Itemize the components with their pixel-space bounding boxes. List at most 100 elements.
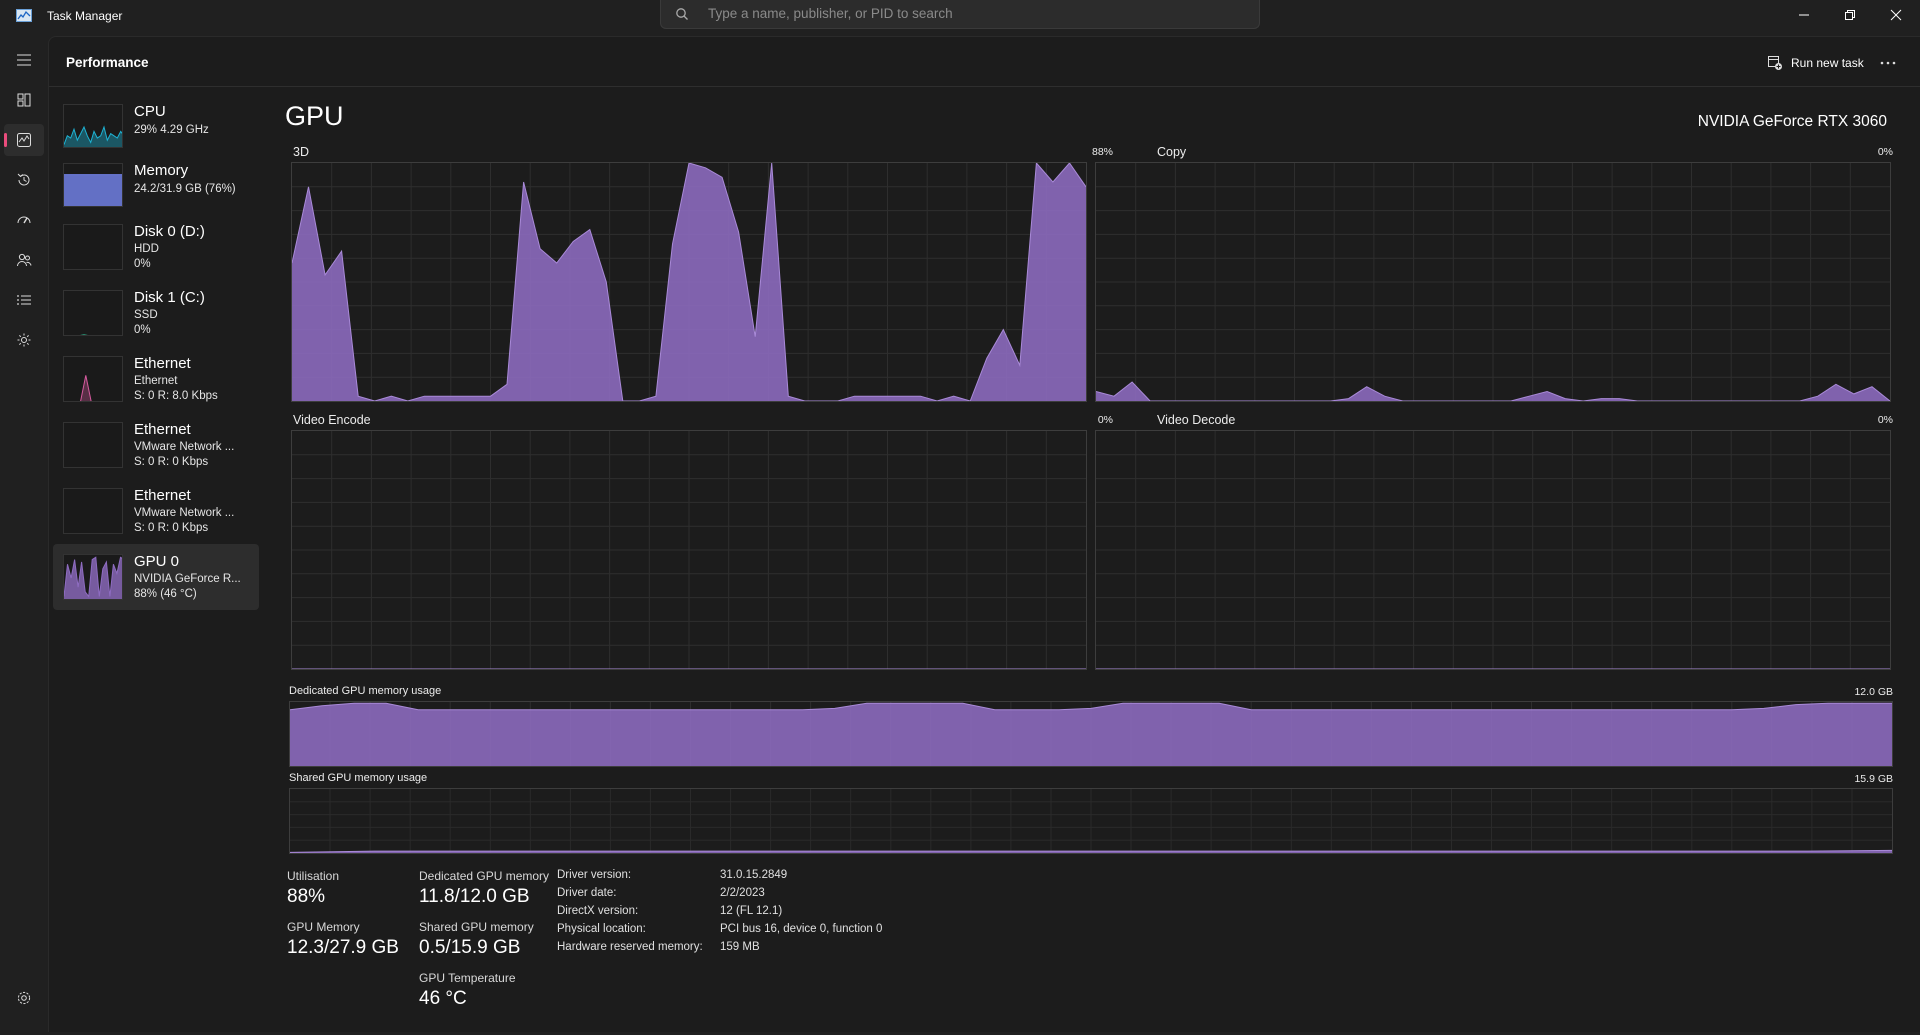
search-box[interactable]: Type a name, publisher, or PID to search — [660, 0, 1260, 29]
more-options-button[interactable] — [1871, 49, 1905, 77]
nav-performance[interactable] — [4, 124, 44, 156]
dedicated-memory-max: 12.0 GB — [1854, 686, 1893, 698]
resource-item-ethernet-2[interactable]: Ethernet VMware Network ... S: 0 R: 0 Kb… — [53, 478, 259, 544]
ethernet-1-thumbnail-area — [64, 423, 123, 468]
engine-copy-label: Copy — [1157, 145, 1187, 159]
engine-3d-area — [292, 163, 1086, 401]
shared-gpu-memory-value: 0.5/15.9 GB — [419, 937, 521, 958]
engine-copy-value: 0% — [1877, 146, 1893, 158]
app-title: Task Manager — [47, 9, 123, 23]
driver-date-label: Driver date: — [557, 887, 617, 899]
resource-detail: S: 0 R: 0 Kbps — [134, 456, 209, 468]
utilisation-label: Utilisation — [287, 869, 340, 883]
resource-title: GPU 0 — [134, 553, 180, 570]
nav-processes[interactable] — [4, 84, 44, 116]
ethernet-1-thumbnail-graph — [63, 422, 123, 468]
gpu-title: GPU — [285, 101, 344, 131]
resource-item-disk-0[interactable]: Disk 0 (D:) HDD 0% — [53, 214, 259, 280]
resource-detail: HDD — [134, 243, 159, 255]
search-icon — [676, 8, 688, 20]
close-icon — [1890, 9, 1902, 21]
resource-item-ethernet-1[interactable]: Ethernet VMware Network ... S: 0 R: 0 Kb… — [53, 412, 259, 478]
run-new-task-button[interactable]: Run new task — [1759, 49, 1872, 77]
nav-settings[interactable] — [4, 982, 44, 1014]
startup-apps-icon — [17, 216, 31, 224]
driver-version-label: Driver version: — [557, 869, 632, 881]
memory-thumbnail-area — [64, 174, 122, 206]
resource-detail: S: 0 R: 8.0 Kbps — [134, 390, 218, 402]
resource-item-disk-1[interactable]: Disk 1 (C:) SSD 0% — [53, 280, 259, 346]
engine-3d-graph[interactable] — [291, 162, 1087, 402]
resource-detail: 29% 4.29 GHz — [134, 124, 209, 136]
resource-title: Ethernet — [134, 355, 191, 372]
hamburger-menu-icon — [17, 54, 31, 66]
resource-detail: VMware Network ... — [134, 441, 235, 453]
run-new-task-label: Run new task — [1791, 56, 1864, 70]
main-panel: Performance Run new task CPU 29% 4.29 GH… — [48, 36, 1920, 1032]
hamburger-menu-button[interactable] — [4, 44, 44, 76]
users-icon — [17, 253, 32, 267]
resource-detail: NVIDIA GeForce R... — [134, 573, 241, 585]
disk-1-thumbnail-area — [80, 334, 88, 335]
minimize-button[interactable] — [1781, 0, 1827, 30]
resource-detail: VMware Network ... — [134, 507, 235, 519]
page-header: Performance Run new task — [49, 37, 1920, 87]
performance-icon — [17, 133, 31, 147]
gpu-memory-value: 12.3/27.9 GB — [287, 937, 399, 958]
resource-detail: 0% — [134, 324, 151, 336]
restore-button[interactable] — [1827, 0, 1873, 30]
dedicated-gpu-memory-label: Dedicated GPU memory — [419, 869, 550, 883]
nav-services[interactable] — [4, 324, 44, 356]
engine-video-encode-area — [292, 431, 1086, 669]
engine-video-decode-value: 0% — [1877, 414, 1893, 426]
settings-icon — [17, 991, 31, 1005]
resource-item-ethernet-0[interactable]: Ethernet Ethernet S: 0 R: 8.0 Kbps — [53, 346, 259, 412]
disk-1-thumbnail-graph — [63, 290, 123, 336]
cpu-thumbnail-area — [64, 125, 122, 147]
resource-detail: SSD — [134, 309, 158, 321]
engine-copy-area — [1096, 163, 1890, 401]
resource-title: Ethernet — [134, 487, 191, 504]
engine-video-decode-graph[interactable] — [1095, 430, 1891, 670]
engine-copy-graph[interactable] — [1095, 162, 1891, 402]
engine-video-encode-graph[interactable] — [291, 430, 1087, 670]
ethernet-0-thumbnail-area — [80, 375, 92, 401]
gpu-0-thumbnail-area — [64, 556, 122, 599]
nav-details[interactable] — [4, 284, 44, 316]
engine-video-encode-value: 0% — [1097, 414, 1113, 426]
disk-0-thumbnail-graph — [63, 224, 123, 270]
engine-3d-value: 88% — [1091, 146, 1113, 158]
engine-video-decode-area — [1096, 431, 1890, 669]
navigation-rail — [0, 36, 48, 1035]
nav-users[interactable] — [4, 244, 44, 276]
nav-app-history[interactable] — [4, 164, 44, 196]
th-disk1-line — [80, 334, 88, 335]
gpu-0-thumbnail-graph — [63, 554, 123, 600]
shared-memory-graph[interactable] — [289, 788, 1893, 854]
ethernet-2-thumbnail-area — [64, 489, 123, 534]
resource-item-cpu[interactable]: CPU 29% 4.29 GHz — [53, 96, 259, 155]
physical-location-value: PCI bus 16, device 0, function 0 — [720, 923, 883, 935]
dedicated-memory-graph[interactable] — [289, 701, 1893, 767]
th-disk1-fill — [82, 334, 86, 335]
cpu-thumbnail-graph — [63, 104, 123, 148]
task-manager-logo-icon — [16, 9, 32, 22]
nav-startup-apps[interactable] — [4, 204, 44, 236]
app-history-icon — [17, 173, 30, 186]
th-eth0-fill — [80, 375, 92, 401]
directx-version-value: 12 (FL 12.1) — [720, 905, 783, 917]
engine-video-encode-label: Video Encode — [293, 413, 371, 427]
resource-list: CPU 29% 4.29 GHz Memory 24.2/31.9 GB (76… — [53, 96, 259, 610]
gpu-model-name: NVIDIA GeForce RTX 3060 — [1697, 113, 1887, 130]
resource-item-memory[interactable]: Memory 24.2/31.9 GB (76%) — [53, 155, 259, 214]
resource-detail: 24.2/31.9 GB (76%) — [134, 183, 236, 195]
hardware-reserved-memory-label: Hardware reserved memory: — [557, 941, 703, 953]
minimize-icon — [1799, 14, 1809, 16]
resource-title: Disk 0 (D:) — [134, 223, 205, 240]
th-gpu-fill — [64, 557, 122, 599]
restore-icon — [1845, 10, 1855, 20]
resource-item-gpu-0[interactable]: GPU 0 NVIDIA GeForce R... 88% (46 °C) — [53, 544, 259, 610]
close-button[interactable] — [1873, 0, 1919, 30]
driver-date-value: 2/2/2023 — [720, 887, 765, 899]
disk-0-thumbnail-area — [64, 225, 123, 270]
